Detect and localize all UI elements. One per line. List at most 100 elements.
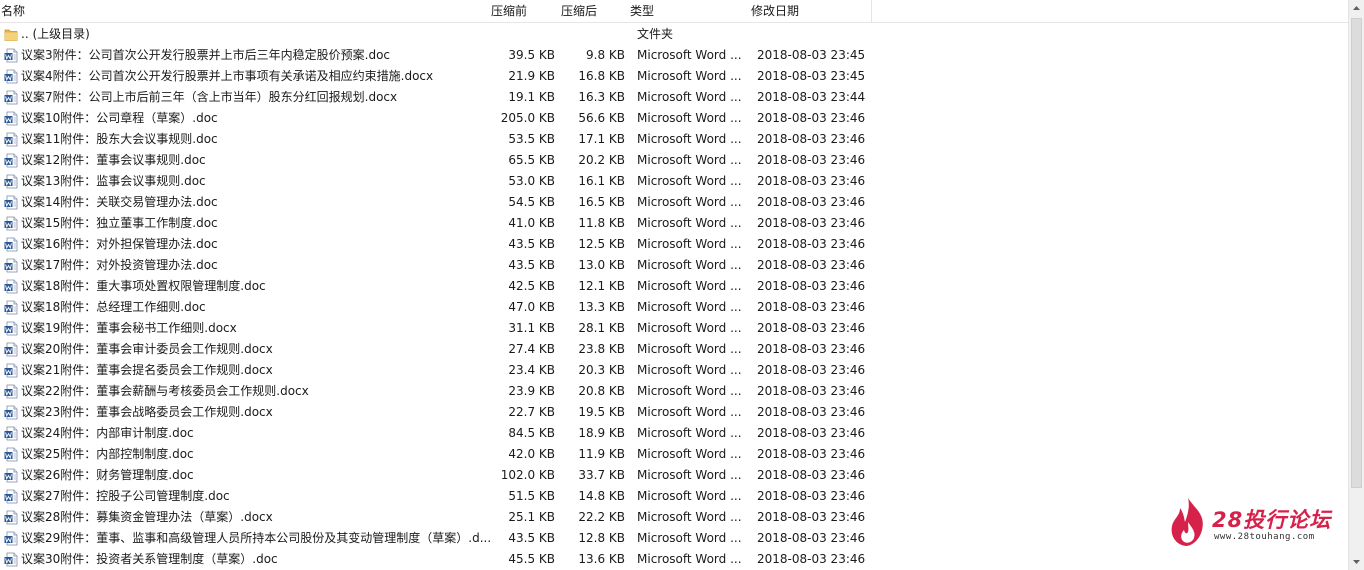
file-name: 议案23附件：董事会战略委员会工作规则.docx [21,405,273,419]
list-item-file[interactable]: 议案3附件：公司首次公开发行股票并上市后三年内稳定股价预案.doc 39.5 KB… [0,45,1348,66]
file-type: Microsoft Word ... [637,237,742,251]
word-doc-icon [4,90,18,105]
list-item-file[interactable]: 议案16附件：对外担保管理办法.doc 43.5 KB 12.5 KB Microso… [0,234,1348,255]
list-item-file[interactable]: 议案19附件：董事会秘书工作细则.docx 31.1 KB 28.1 KB Micro… [0,318,1348,339]
column-header-bar: 名称 压缩前 压缩后 类型 修改日期 [0,0,1348,23]
word-doc-icon [4,531,18,546]
file-size-after: 12.8 KB [578,531,625,545]
file-size-after: 11.9 KB [578,447,625,461]
file-size-before: 205.0 KB [500,111,555,125]
list-item-file[interactable]: 议案12附件：董事会议事规则.doc 65.5 KB 20.2 KB Microsof… [0,150,1348,171]
list-item-file[interactable]: 议案11附件：股东大会议事规则.doc 53.5 KB 17.1 KB Microso… [0,129,1348,150]
word-doc-icon [4,237,18,252]
file-size-before: 21.9 KB [508,69,555,83]
file-size-before: 42.5 KB [508,279,555,293]
column-header-type[interactable]: 类型 [630,0,751,22]
file-type: Microsoft Word ... [637,216,742,230]
word-doc-icon [4,468,18,483]
word-doc-icon [4,174,18,189]
file-size-after: 20.8 KB [578,384,625,398]
list-item-file[interactable]: 议案23附件：董事会战略委员会工作规则.docx 22.7 KB 19.5 KB Mi… [0,402,1348,423]
file-size-before: 45.5 KB [508,552,555,566]
word-doc-icon [4,447,18,462]
file-type: Microsoft Word ... [637,552,742,566]
file-modified-date: 2018-08-03 23:46 [757,153,866,167]
column-header-modified[interactable]: 修改日期 [751,0,872,22]
vertical-scrollbar[interactable] [1348,0,1364,570]
file-size-before: 43.5 KB [508,258,555,272]
file-type: Microsoft Word ... [637,174,742,188]
list-item-file[interactable]: 议案10附件：公司章程（草案）.doc 205.0 KB 56.6 KB Micros… [0,108,1348,129]
file-modified-date: 2018-08-03 23:45 [757,69,866,83]
file-name: 议案16附件：对外担保管理办法.doc [21,237,218,251]
word-doc-icon [4,132,18,147]
file-name: 议案25附件：内部控制制度.doc [21,447,194,461]
list-item-file[interactable]: 议案14附件：关联交易管理办法.doc 54.5 KB 16.5 KB Microso… [0,192,1348,213]
file-name: 议案3附件：公司首次公开发行股票并上市后三年内稳定股价预案.doc [21,48,391,62]
file-modified-date: 2018-08-03 23:46 [757,510,866,524]
file-type: Microsoft Word ... [637,363,742,377]
file-type: Microsoft Word ... [637,153,742,167]
list-item-file[interactable]: 议案13附件：监事会议事规则.doc 53.0 KB 16.1 KB Microsof… [0,171,1348,192]
list-item-file[interactable]: 议案17附件：对外投资管理办法.doc 43.5 KB 13.0 KB Microso… [0,255,1348,276]
watermark-url-text: www.28touhang.com [1214,532,1315,542]
column-header-after[interactable]: 压缩后 [561,0,630,22]
list-item-file[interactable]: 议案18附件：重大事项处置权限管理制度.doc 42.5 KB 12.1 KB Mic… [0,276,1348,297]
word-doc-icon [4,342,18,357]
watermark-logo: 28投行论坛 www.28touhang.com [1168,494,1344,550]
word-doc-icon [4,426,18,441]
file-name: 议案24附件：内部审计制度.doc [21,426,194,440]
file-type: Microsoft Word ... [637,384,742,398]
list-item-parent-directory[interactable]: .. (上级目录) 文件夹 [0,24,1348,45]
file-type: Microsoft Word ... [637,405,742,419]
list-item-file[interactable]: 议案20附件：董事会审计委员会工作规则.docx 27.4 KB 23.8 KB Mi… [0,339,1348,360]
file-modified-date: 2018-08-03 23:46 [757,132,866,146]
list-item-file[interactable]: 议案25附件：内部控制制度.doc 42.0 KB 11.9 KB Microsoft… [0,444,1348,465]
list-item-file[interactable]: 议案22附件：董事会薪酬与考核委员会工作规则.docx 23.9 KB 20.8 K… [0,381,1348,402]
word-doc-icon [4,153,18,168]
list-item-file[interactable]: 议案7附件：公司上市后前三年（含上市当年）股东分红回报规划.docx 19.1 K… [0,87,1348,108]
word-doc-icon [4,195,18,210]
scroll-up-arrow-icon[interactable] [1349,0,1364,16]
file-size-after: 16.1 KB [578,174,625,188]
file-name: 议案21附件：董事会提名委员会工作规则.docx [21,363,273,377]
scrollbar-thumb[interactable] [1351,18,1362,488]
word-doc-icon [4,363,18,378]
file-type: Microsoft Word ... [637,132,742,146]
list-item-file[interactable]: 议案15附件：独立董事工作制度.doc 41.0 KB 11.8 KB Microso… [0,213,1348,234]
word-doc-icon [4,279,18,294]
file-size-before: 65.5 KB [508,153,555,167]
file-type: Microsoft Word ... [637,531,742,545]
list-item-file[interactable]: 议案21附件：董事会提名委员会工作规则.docx 23.4 KB 20.3 KB Mi… [0,360,1348,381]
file-type: Microsoft Word ... [637,258,742,272]
file-size-before: 22.7 KB [508,405,555,419]
file-size-before: 42.0 KB [508,447,555,461]
file-name: 议案7附件：公司上市后前三年（含上市当年）股东分红回报规划.docx [21,90,398,104]
list-item-file[interactable]: 议案18附件：总经理工作细则.doc 47.0 KB 13.3 KB Microsof… [0,297,1348,318]
list-item-file[interactable]: 议案27附件：控股子公司管理制度.doc 51.5 KB 14.8 KB Micros… [0,486,1348,507]
file-name: 议案28附件：募集资金管理办法（草案）.docx [21,510,273,524]
file-modified-date: 2018-08-03 23:46 [757,195,866,209]
file-size-after: 17.1 KB [578,132,625,146]
file-modified-date: 2018-08-03 23:46 [757,384,866,398]
list-item-file[interactable]: 议案28附件：募集资金管理办法（草案）.docx 25.1 KB 22.2 KB Mi… [0,507,1348,528]
file-name: 议案26附件：财务管理制度.doc [21,468,194,482]
file-name: 议案14附件：关联交易管理办法.doc [21,195,218,209]
file-size-after: 16.8 KB [578,69,625,83]
file-name: 议案18附件：重大事项处置权限管理制度.doc [21,279,266,293]
file-modified-date: 2018-08-03 23:46 [757,405,866,419]
scroll-down-arrow-icon[interactable] [1349,554,1364,570]
column-header-before[interactable]: 压缩前 [491,0,561,22]
file-type: Microsoft Word ... [637,489,742,503]
list-item-file[interactable]: 议案26附件：财务管理制度.doc 102.0 KB 33.7 KB Microsof… [0,465,1348,486]
file-size-after: 23.8 KB [578,342,625,356]
file-name: 议案19附件：董事会秘书工作细则.docx [21,321,237,335]
list-item-file[interactable]: 议案30附件：投资者关系管理制度（草案）.doc 45.5 KB 13.6 KB Mi… [0,549,1348,570]
list-item-file[interactable]: 议案24附件：内部审计制度.doc 84.5 KB 18.9 KB Microsoft… [0,423,1348,444]
list-item-file[interactable]: 议案4附件：公司首次公开发行股票并上市事项有关承诺及相应约束措施.docx 21.… [0,66,1348,87]
column-header-name[interactable]: 名称 [0,0,490,22]
file-type: Microsoft Word ... [637,48,742,62]
file-size-before: 19.1 KB [508,90,555,104]
file-size-before: 84.5 KB [508,426,555,440]
list-item-file[interactable]: 议案29附件：董事、监事和高级管理人员所持本公司股份及其变动管理制度（草案）.d… [0,528,1348,549]
